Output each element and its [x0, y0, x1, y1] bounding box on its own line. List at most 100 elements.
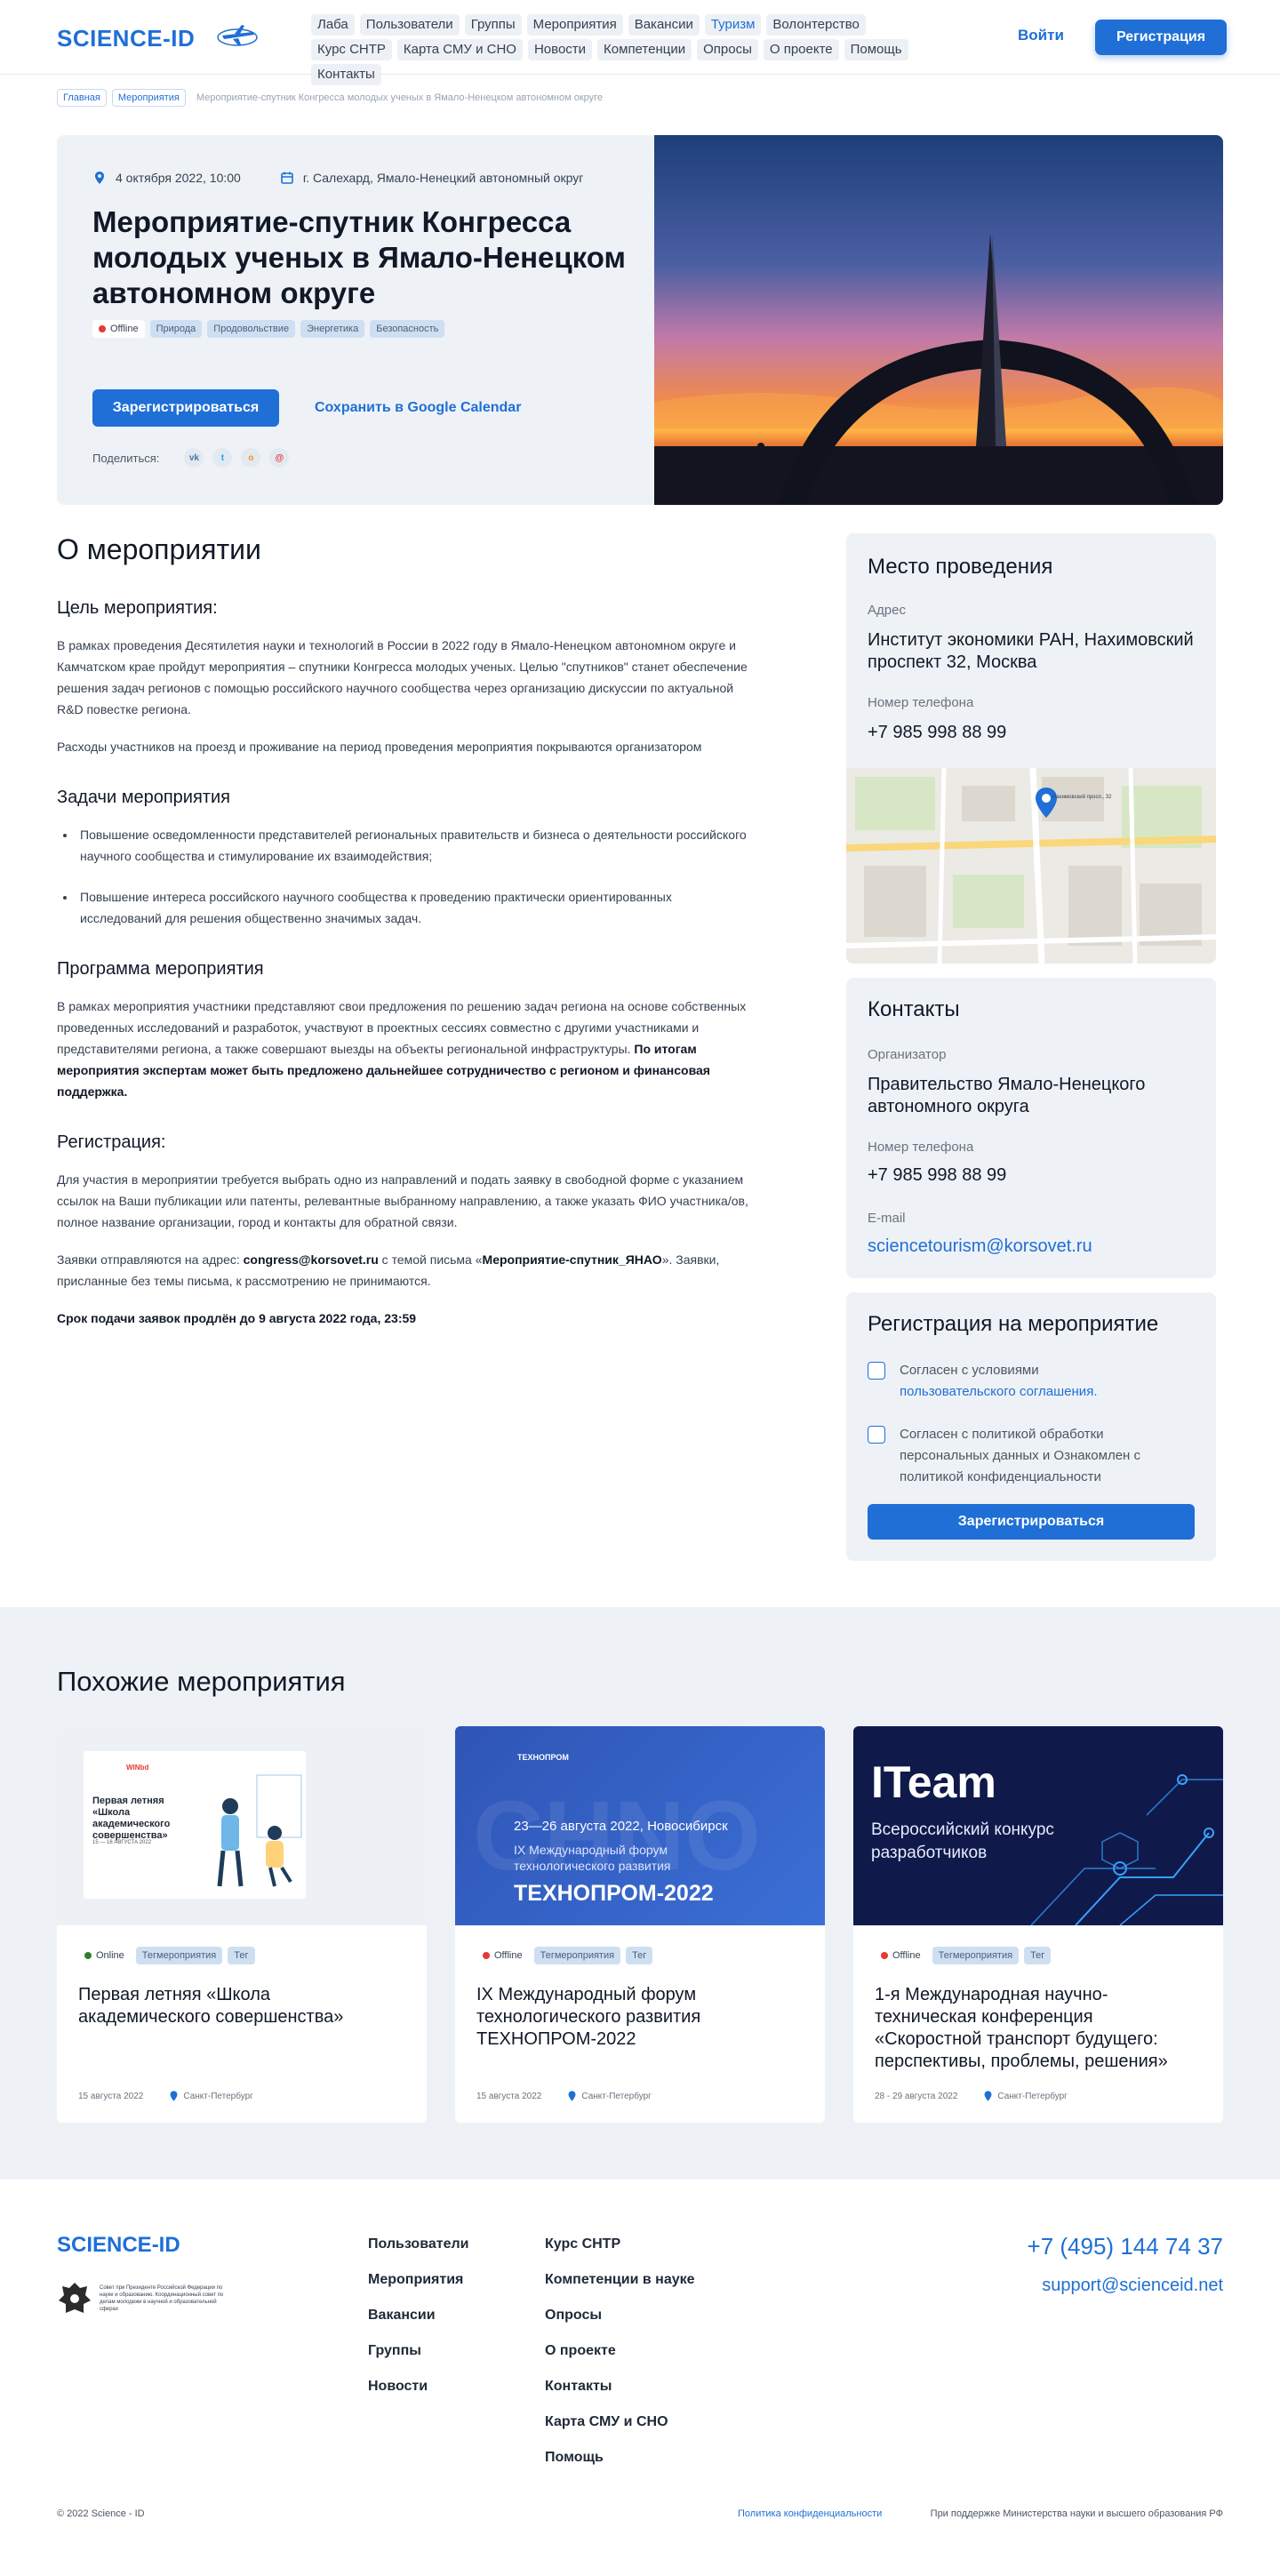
nav-item[interactable]: Компетенции	[597, 39, 692, 60]
terms-checkbox[interactable]	[868, 1362, 885, 1380]
goal-paragraph: В рамках проведения Десятилетия науки и …	[57, 638, 748, 716]
venue-card: Место проведения Адрес Институт экономик…	[846, 533, 1216, 964]
event-card-title[interactable]: IX Международный форум технологического …	[476, 1984, 805, 2051]
tasks-heading: Задачи мероприятия	[57, 788, 230, 807]
location-pin-icon	[568, 2091, 576, 2101]
user-agreement-link[interactable]: пользовательского соглашения.	[900, 1384, 1097, 1399]
venue-phone-label: Номер телефона	[868, 695, 974, 710]
event-card-tags: Online Тегмероприятия Тег	[78, 1947, 255, 1964]
event-location: г. Салехард, Ямало-Ненецкий автономный о…	[302, 171, 584, 185]
mail-share-icon[interactable]: @	[269, 448, 290, 468]
odnoklassniki-share-icon[interactable]: o	[241, 448, 261, 468]
expenses-paragraph: Расходы участников на проезд и проживани…	[57, 740, 702, 754]
footer-link[interactable]: Новости	[368, 2379, 468, 2395]
event-register-button[interactable]: Зарегистрироваться	[92, 389, 279, 427]
event-card[interactable]: ITeam Всероссийский конкурс разработчико…	[853, 1726, 1223, 2123]
register-button[interactable]: Регистрация	[1095, 20, 1227, 55]
organizer-name: Правительство Ямало-Ненецкого автономног…	[868, 1075, 1146, 1116]
deadline-text: Срок подачи заявок продлён до 9 августа …	[57, 1311, 417, 1325]
share-label: Поделиться:	[92, 451, 160, 465]
vk-share-icon[interactable]: vk	[184, 448, 204, 468]
format-badge: Offline	[92, 320, 145, 338]
nav-item[interactable]: Мероприятия	[526, 14, 623, 36]
nav-item[interactable]: Волонтерство	[766, 14, 866, 36]
breadcrumb-events[interactable]: Мероприятия	[111, 89, 186, 107]
location-pin-icon	[984, 2091, 992, 2101]
footer-link[interactable]: О проекте	[545, 2343, 695, 2359]
footer-link[interactable]: Курс СНТР	[545, 2236, 695, 2252]
about-title: О мероприятии	[57, 533, 261, 565]
coat-of-arms-icon	[59, 2283, 91, 2313]
footer-link[interactable]: Контакты	[545, 2379, 695, 2395]
registration-card-title: Регистрация на мероприятие	[868, 1312, 1159, 1336]
footer-link[interactable]: Опросы	[545, 2308, 695, 2324]
event-tag[interactable]: Продовольствие	[207, 320, 296, 338]
footer-link[interactable]: Помощь	[545, 2450, 695, 2466]
registration-heading: Регистрация:	[57, 1132, 166, 1152]
venue-map[interactable]: Нахимовский просп., 32	[846, 768, 1216, 964]
event-card-title[interactable]: Первая летняя «Школа академического сове…	[78, 1984, 407, 2028]
event-card-image: ITeam Всероссийский конкурс разработчико…	[853, 1726, 1223, 1925]
footer-link[interactable]: Группы	[368, 2343, 468, 2359]
event-tags: Offline Природа Продовольствие Энергетика Б…	[92, 320, 445, 338]
offline-dot-icon	[483, 1952, 490, 1959]
map-address-label: Нахимовский просп., 32	[1052, 795, 1112, 800]
nav-item[interactable]: Новости	[527, 39, 593, 60]
tasks-list: Повышение осведомленности представителей…	[76, 824, 750, 929]
page: SCIENCE-ID Лаба Пользователи Группы Меропри…	[0, 0, 1280, 2576]
sidebar-register-button[interactable]: Зарегистрироваться	[868, 1504, 1195, 1540]
nav-item[interactable]: О проекте	[763, 39, 839, 60]
contacts-phone: +7 985 998 88 99	[868, 1165, 1007, 1185]
site-logo[interactable]: SCIENCE-ID	[57, 25, 195, 52]
nav-item[interactable]: Туризм	[704, 14, 762, 36]
nav-item[interactable]: Пользователи	[359, 14, 460, 36]
nav-item[interactable]: Помощь	[844, 39, 908, 60]
google-calendar-link[interactable]: Сохранить в Google Calendar	[315, 400, 521, 416]
event-tag[interactable]: Природа	[149, 320, 203, 338]
login-link[interactable]: Войти	[1018, 27, 1064, 44]
privacy-link[interactable]: Политика конфиденциальности	[738, 2508, 882, 2519]
nav-item[interactable]: Вакансии	[628, 14, 700, 36]
event-tag[interactable]: Безопасность	[370, 320, 445, 338]
share-row: Поделиться: vk t o @	[92, 448, 290, 468]
contacts-phone-label: Номер телефона	[868, 1140, 974, 1155]
site-header: SCIENCE-ID Лаба Пользователи Группы Меропри…	[0, 0, 1280, 85]
event-card-title[interactable]: 1-я Международная научно-техническая кон…	[875, 1984, 1204, 2073]
footer-link[interactable]: Карта СМУ и СНО	[545, 2414, 695, 2430]
privacy-checkbox[interactable]	[868, 1426, 885, 1444]
footer-nav-1: Пользователи Мероприятия Вакансии Группы Нов…	[368, 2236, 468, 2395]
nav-item[interactable]: Группы	[464, 14, 522, 36]
venue-title: Место проведения	[868, 555, 1053, 579]
footer-bottom: © 2022 Science - ID Политика конфиденциа…	[57, 2508, 1223, 2519]
email-paragraph: Заявки отправляются на адрес: congress@k…	[57, 1252, 720, 1288]
nav-item[interactable]: Опросы	[697, 39, 758, 60]
breadcrumb-home[interactable]: Главная	[57, 89, 107, 107]
event-hero: 4 октября 2022, 10:00 г. Салехард, Ямало…	[57, 135, 1223, 505]
footer-link[interactable]: Вакансии	[368, 2308, 468, 2324]
nav-item[interactable]: Контакты	[311, 64, 381, 85]
event-card-tags: Offline Тегмероприятия Тег	[875, 1947, 1052, 1964]
nav-item[interactable]: Карта СМУ и СНО	[396, 39, 523, 60]
similar-events: Похожие мероприятия WINbd Первая летняя …	[0, 1607, 1280, 2180]
main-nav: Лаба Пользователи Группы Мероприятия Ваканси…	[311, 14, 951, 85]
nav-item[interactable]: Лаба	[311, 14, 355, 36]
footer-link[interactable]: Компетенции в науке	[545, 2272, 695, 2288]
map-pin-icon	[1036, 788, 1057, 818]
twitter-share-icon[interactable]: t	[212, 448, 233, 468]
event-card[interactable]: CHNO ТЕХНОПРОМ 23—26 августа 2022, Новос…	[455, 1726, 825, 2123]
event-card[interactable]: WINbd Первая летняя «Школа академическог…	[57, 1726, 427, 2123]
event-tag[interactable]: Энергетика	[300, 320, 365, 338]
footer-link[interactable]: Мероприятия	[368, 2272, 468, 2288]
airplane-logo-icon	[217, 25, 258, 46]
event-title: Мероприятие-спутник Конгресса молодых уч…	[92, 205, 626, 309]
privacy-checkbox-row[interactable]: Согласен с политикой обработки персональ…	[868, 1424, 1188, 1488]
registration-card: Регистрация на мероприятие Согласен с ус…	[846, 1292, 1216, 1561]
contacts-title: Контакты	[868, 997, 960, 1021]
terms-checkbox-row[interactable]: Согласен с условиями пользовательского со…	[868, 1360, 1188, 1403]
nav-item[interactable]: Курс СНТР	[311, 39, 392, 60]
contacts-email-link[interactable]: sciencetourism@korsovet.ru	[868, 1236, 1092, 1258]
footer-email[interactable]: support@scienceid.net	[1042, 2276, 1223, 2296]
footer-phone[interactable]: +7 (495) 144 74 37	[1028, 2233, 1223, 2260]
footer-link[interactable]: Пользователи	[368, 2236, 468, 2252]
footer-logo[interactable]: SCIENCE-ID	[57, 2233, 180, 2258]
